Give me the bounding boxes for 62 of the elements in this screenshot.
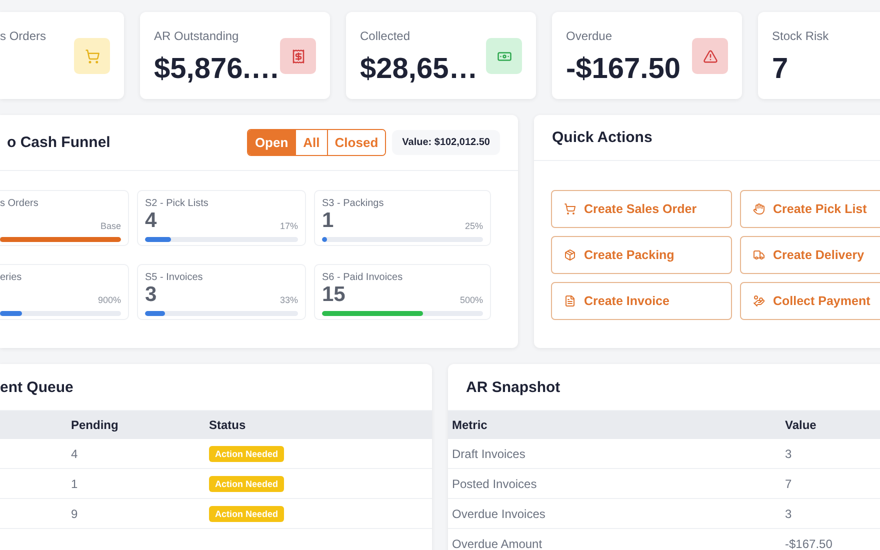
- table-cell: 1: [71, 476, 78, 490]
- value-badge: Value: $102,012.50: [392, 130, 500, 155]
- stage-percent: 25%: [464, 221, 483, 231]
- stage-count: 3: [145, 283, 157, 307]
- table-cell: Overdue Amount: [452, 536, 542, 550]
- action-button[interactable]: Create Packing: [551, 236, 732, 274]
- stage-label: S6 - Paid Invoices: [322, 272, 404, 283]
- stage-label: S3 - Packings: [322, 198, 385, 209]
- status-badge: Action Needed: [209, 506, 284, 522]
- action-button[interactable]: Create Invoice: [551, 282, 732, 320]
- kpi-label: s Orders: [0, 29, 46, 43]
- table-cell: 7: [785, 476, 792, 490]
- panel-title: o Cash Funnel: [6, 134, 110, 151]
- hand-icon: [753, 203, 765, 215]
- action-button[interactable]: Create Sales Order: [551, 190, 732, 228]
- action-button[interactable]: Collect Payment: [740, 282, 880, 320]
- stage-label: S2 - Pick Lists: [145, 198, 210, 209]
- truck-icon: [753, 249, 765, 261]
- column-header: Status: [209, 418, 246, 432]
- panel-title: Quick Actions: [552, 129, 652, 146]
- stage-label: s Orders: [0, 198, 40, 209]
- column-header: Value: [785, 418, 816, 432]
- table-cell: 9: [71, 506, 78, 520]
- stage-count: 15: [322, 283, 346, 307]
- table-cell: 3: [785, 506, 792, 520]
- action-button[interactable]: Create Pick List: [740, 190, 880, 228]
- stage-percent: 900%: [98, 295, 121, 305]
- stage-percent: 17%: [280, 221, 298, 231]
- table-cell: 4: [71, 446, 78, 460]
- table-cell: Overdue Invoices: [452, 506, 546, 520]
- table-cell: Draft Invoices: [452, 446, 526, 460]
- kpi-label: Overdue: [566, 29, 614, 43]
- stage-count: 1: [322, 209, 334, 233]
- stage-count: 4: [145, 209, 157, 233]
- kpi-value: -$167.50: [566, 53, 680, 86]
- table-cell: Posted Invoices: [452, 476, 537, 490]
- kpi-label: Collected: [360, 29, 412, 43]
- filter-tab[interactable]: Closed: [326, 130, 386, 155]
- status-badge: Action Needed: [209, 476, 284, 492]
- panel-title: ent Queue: [0, 378, 74, 396]
- table-cell: 3: [785, 446, 792, 460]
- document-icon: [564, 295, 576, 307]
- column-header: Metric: [452, 418, 488, 432]
- stage-percent: 33%: [280, 295, 298, 305]
- filter-tab[interactable]: Open: [248, 130, 296, 155]
- stage-percent: 500%: [460, 295, 483, 305]
- kpi-value: 7: [772, 53, 790, 86]
- status-badge: Action Needed: [209, 446, 284, 462]
- stage-label: S5 - Invoices: [145, 272, 204, 283]
- payment-icon: [753, 295, 765, 307]
- box-icon: [564, 249, 576, 261]
- table-cell: -$167.50: [785, 536, 832, 550]
- cart-icon: [564, 203, 576, 215]
- panel-title: AR Snapshot: [466, 378, 560, 396]
- stage-percent: Base: [100, 221, 121, 231]
- action-button[interactable]: Create Delivery: [740, 236, 880, 274]
- kpi-value: $28,65…: [360, 53, 478, 86]
- kpi-label: Stock Risk: [772, 29, 829, 43]
- stage-label: eries: [0, 272, 23, 283]
- column-header: Pending: [71, 418, 118, 432]
- kpi-value: $5,876.…: [154, 53, 280, 86]
- kpi-label: AR Outstanding: [154, 29, 240, 43]
